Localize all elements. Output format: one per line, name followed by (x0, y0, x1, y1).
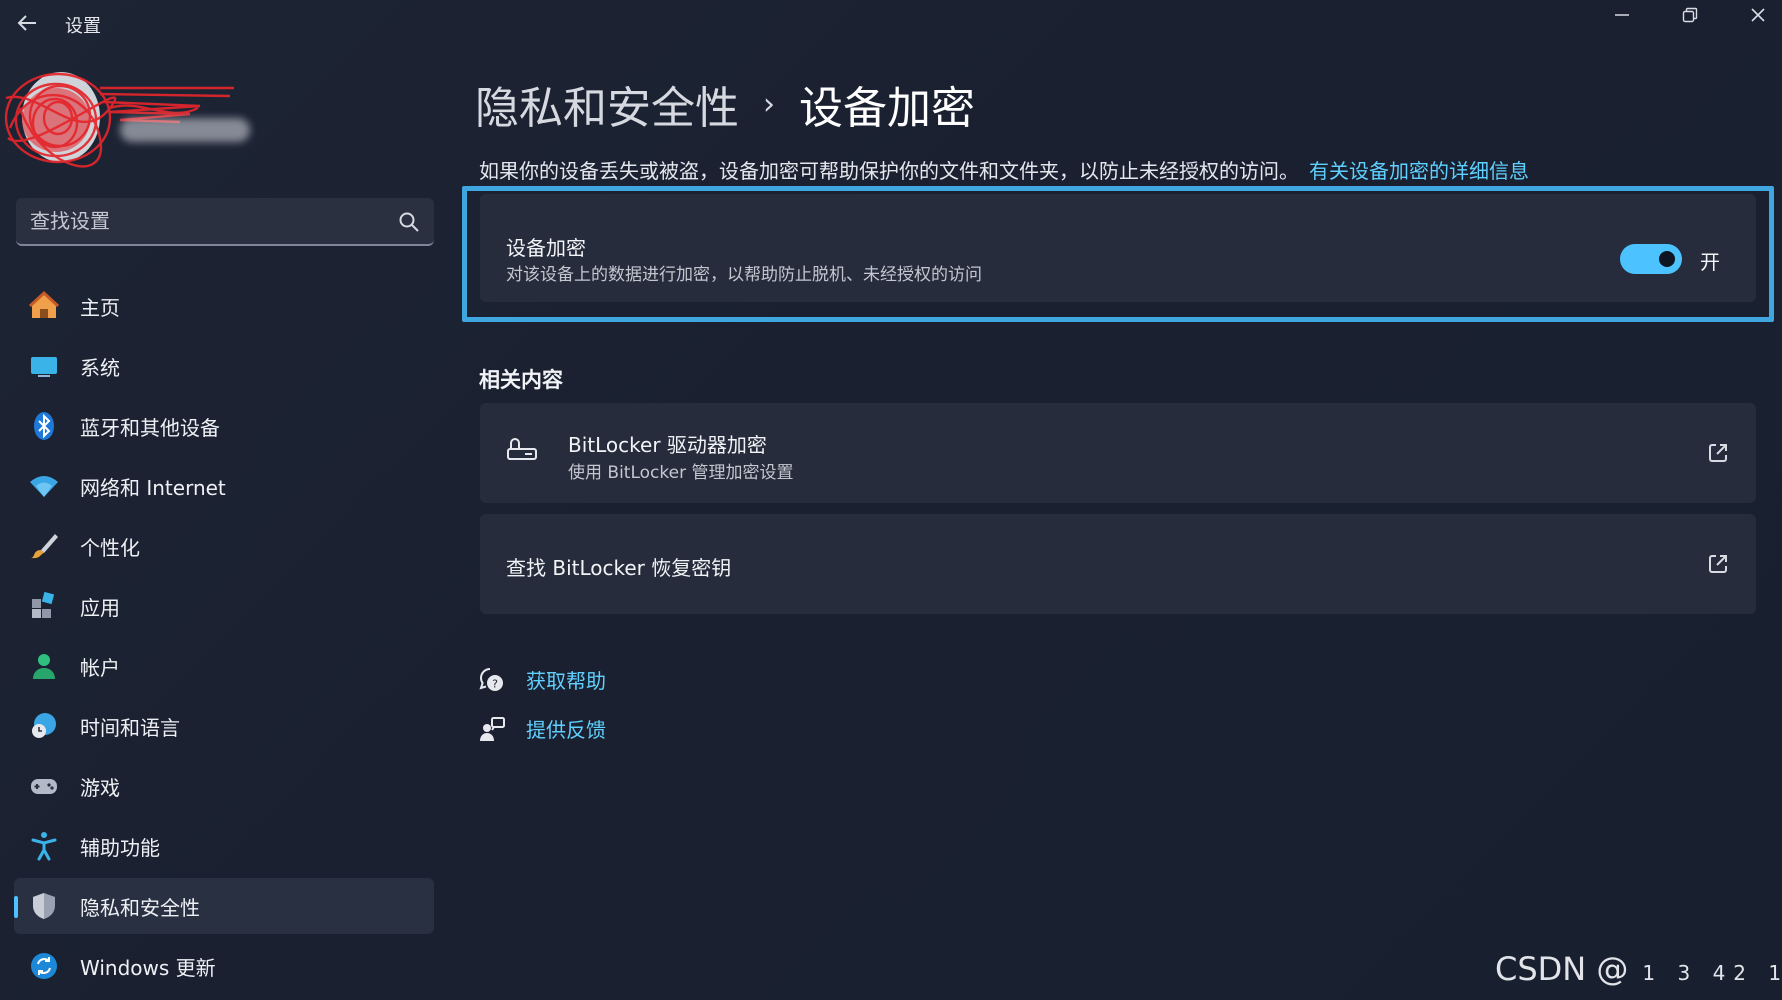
bitlocker-title: BitLocker 驱动器加密 (568, 433, 767, 457)
minimize-button[interactable] (1592, 0, 1652, 30)
update-icon (28, 950, 60, 982)
sidebar-item-windows-update[interactable]: Windows 更新 (14, 938, 434, 994)
monitor-icon (28, 350, 60, 382)
toggle-knob (1659, 251, 1675, 267)
sidebar-item-accessibility[interactable]: 辅助功能 (14, 818, 434, 874)
close-button[interactable] (1728, 0, 1782, 30)
learn-more-link[interactable]: 有关设备加密的详细信息 (1309, 159, 1529, 183)
active-indicator (14, 896, 18, 918)
search-input[interactable] (16, 198, 434, 244)
device-encryption-card: 设备加密 对该设备上的数据进行加密，以帮助防止脱机、未经授权的访问 开 (480, 194, 1756, 302)
user-profile (0, 68, 300, 168)
feedback-label: 提供反馈 (526, 718, 606, 742)
app-title: 设置 (65, 16, 101, 37)
sidebar-nav: 主页 系统 蓝牙和其他设备 网络和 Internet 个性化 应用 帐户 时间和… (14, 278, 434, 998)
user-name-redacted (120, 118, 250, 142)
svg-text:?: ? (492, 677, 498, 690)
sidebar-item-apps[interactable]: 应用 (14, 578, 434, 634)
bitlocker-drive-icon (507, 438, 537, 460)
sidebar-item-network[interactable]: 网络和 Internet (14, 458, 434, 514)
title-bar: 设置 (0, 0, 1782, 46)
restore-button[interactable] (1660, 0, 1720, 30)
globe-clock-icon (28, 710, 60, 742)
close-icon (1751, 8, 1765, 22)
bitlocker-card[interactable]: BitLocker 驱动器加密 使用 BitLocker 管理加密设置 (480, 403, 1756, 503)
sidebar-item-gaming[interactable]: 游戏 (14, 758, 434, 814)
back-button[interactable] (12, 8, 42, 38)
watermark-suffix: 1 3 42 1 (1642, 961, 1782, 985)
sidebar-item-home[interactable]: 主页 (14, 278, 434, 334)
bitlocker-subtitle: 使用 BitLocker 管理加密设置 (568, 463, 794, 483)
home-icon (28, 290, 60, 322)
page-description: 如果你的设备丢失或被盗，设备加密可帮助保护你的文件和文件夹，以防止未经授权的访问… (479, 155, 1529, 184)
feedback-icon (480, 716, 505, 741)
external-link-icon (1709, 444, 1727, 462)
get-help-link[interactable]: ? 获取帮助 (478, 665, 606, 694)
sidebar-item-accounts[interactable]: 帐户 (14, 638, 434, 694)
get-help-label: 获取帮助 (526, 669, 606, 693)
settings-window: 设置 查找设置 主页 系统 蓝牙和其他设备 网络和 Internet 个性化 应… (0, 0, 1782, 1000)
minimize-icon (1615, 14, 1629, 16)
recovery-key-card[interactable]: 查找 BitLocker 恢复密钥 (480, 514, 1756, 614)
related-heading: 相关内容 (479, 368, 563, 392)
external-link-icon (1709, 555, 1727, 573)
feedback-link[interactable]: 提供反馈 (478, 714, 606, 743)
encryption-subtitle: 对该设备上的数据进行加密，以帮助防止脱机、未经授权的访问 (506, 265, 982, 285)
search-box[interactable] (16, 198, 434, 246)
sidebar-item-bluetooth[interactable]: 蓝牙和其他设备 (14, 398, 434, 454)
brush-icon (28, 530, 60, 562)
gamepad-icon (28, 770, 60, 802)
encryption-title: 设备加密 (506, 236, 586, 260)
accessibility-icon (28, 830, 60, 862)
sidebar-item-time-language[interactable]: 时间和语言 (14, 698, 434, 754)
wifi-icon (28, 470, 60, 502)
bluetooth-icon (28, 410, 60, 442)
sidebar-item-privacy-security[interactable]: 隐私和安全性 (14, 878, 434, 934)
back-arrow-icon (17, 15, 36, 31)
breadcrumb-separator: › (763, 86, 775, 122)
page-title: 设备加密 (799, 83, 975, 134)
description-text: 如果你的设备丢失或被盗，设备加密可帮助保护你的文件和文件夹，以防止未经授权的访问… (479, 159, 1299, 183)
watermark-text: CSDN @ (1495, 950, 1629, 988)
search-icon[interactable] (398, 211, 420, 233)
toggle-state-label: 开 (1700, 250, 1720, 274)
sidebar-item-system[interactable]: 系统 (14, 338, 434, 394)
help-icon: ? (479, 667, 503, 691)
person-icon (28, 650, 60, 682)
shield-icon (28, 890, 60, 922)
restore-icon (1682, 7, 1698, 23)
apps-icon (28, 590, 60, 622)
encryption-toggle[interactable] (1620, 244, 1682, 274)
recovery-key-title: 查找 BitLocker 恢复密钥 (506, 556, 732, 580)
sidebar-item-personalization[interactable]: 个性化 (14, 518, 434, 574)
breadcrumb-parent[interactable]: 隐私和安全性 (475, 72, 739, 136)
csdn-watermark: CSDN @ 1 3 42 1 (1495, 950, 1782, 988)
breadcrumb: 隐私和安全性 › 设备加密 (475, 72, 975, 136)
